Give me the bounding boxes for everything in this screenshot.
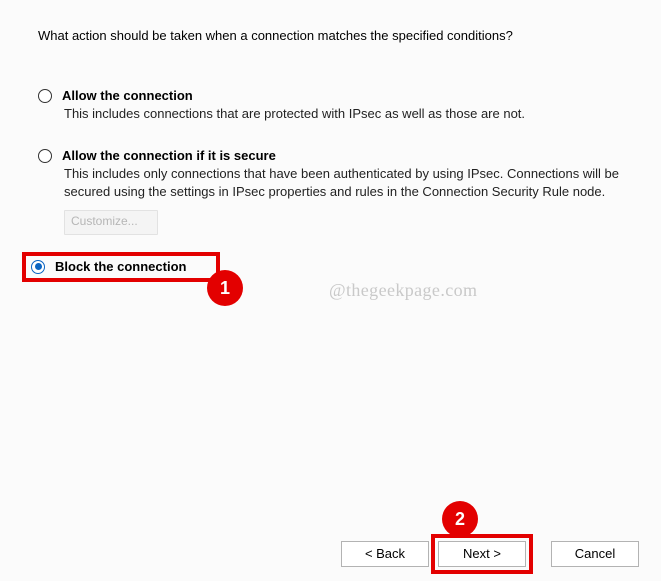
back-button[interactable]: < Back: [341, 541, 429, 567]
annotation-badge-2: 2: [443, 502, 477, 536]
action-prompt: What action should be taken when a conne…: [38, 28, 513, 43]
radio-icon: [38, 89, 52, 103]
annotation-highlight-1: [22, 252, 220, 282]
annotation-badge-1: 1: [208, 271, 242, 305]
option-allow-if-secure[interactable]: Allow the connection if it is secure Thi…: [38, 148, 621, 235]
option-description: This includes only connections that have…: [64, 165, 621, 200]
annotation-highlight-2: [431, 534, 533, 574]
watermark-text: @thegeekpage.com: [329, 280, 477, 301]
option-title: Allow the connection: [62, 88, 193, 103]
customize-button: Customize...: [64, 210, 158, 235]
option-allow-connection[interactable]: Allow the connection This includes conne…: [38, 88, 621, 123]
radio-icon: [38, 149, 52, 163]
cancel-button[interactable]: Cancel: [551, 541, 639, 567]
option-description: This includes connections that are prote…: [64, 105, 621, 123]
option-title: Allow the connection if it is secure: [62, 148, 276, 163]
